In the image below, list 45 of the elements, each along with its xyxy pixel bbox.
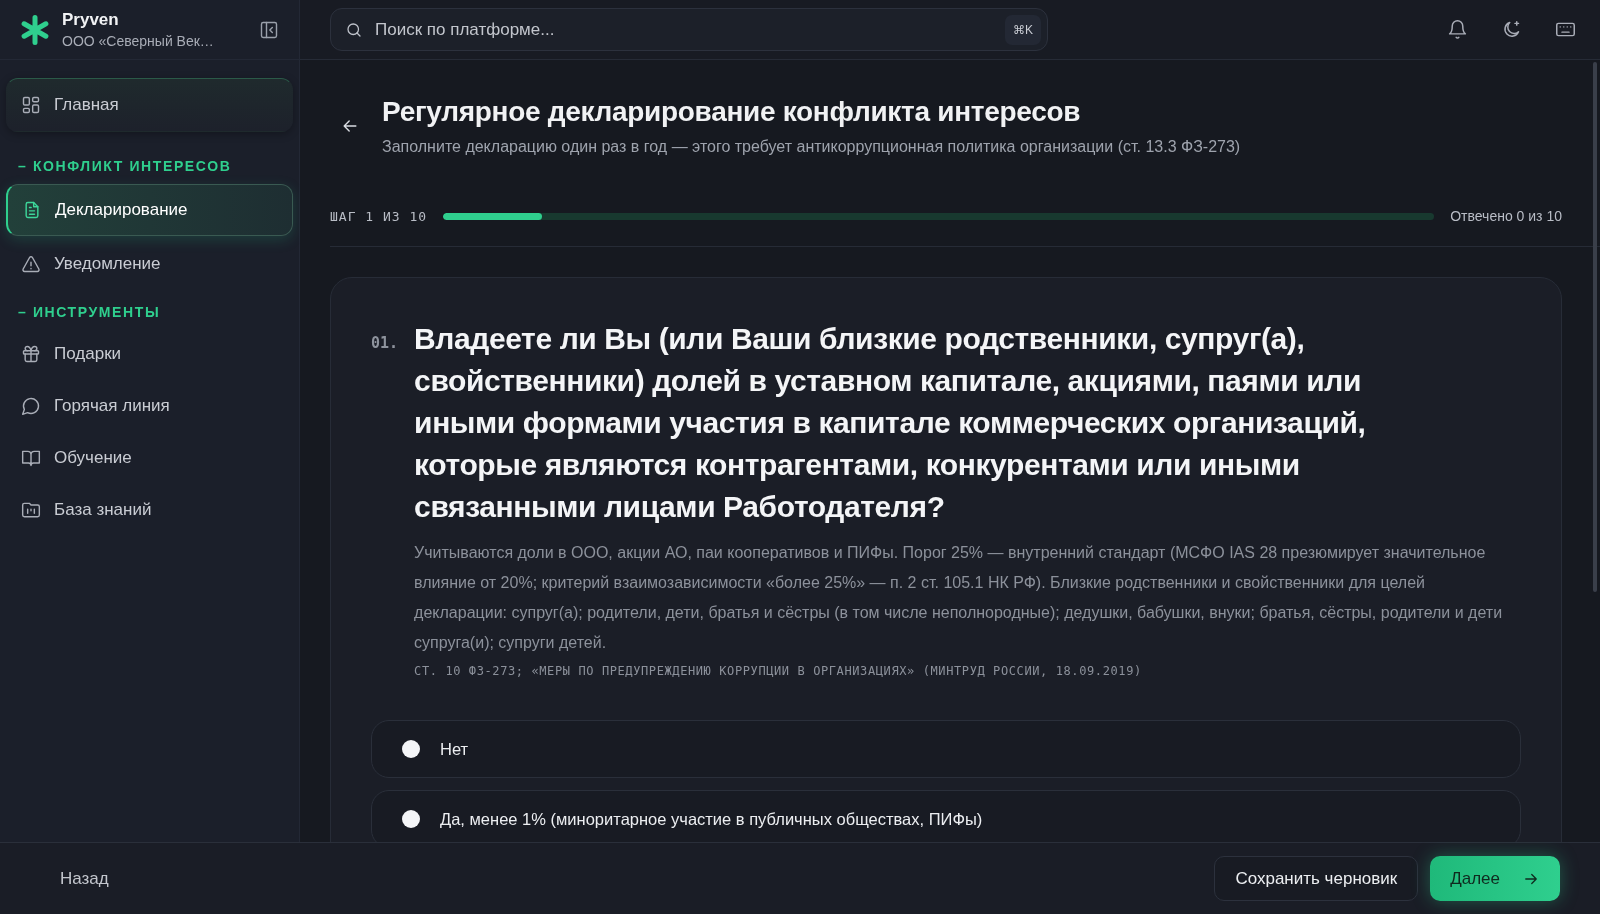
sidebar-item[interactable]: Декларирование xyxy=(6,184,293,236)
save-draft-button[interactable]: Сохранить черновик xyxy=(1214,856,1419,901)
next-button[interactable]: Далее xyxy=(1430,856,1560,901)
app-name: Pryven xyxy=(62,10,120,30)
sidebar-panel-icon xyxy=(259,19,279,40)
scrollbar[interactable] xyxy=(1593,62,1597,592)
shortcut-key: ⌘K xyxy=(1005,14,1041,45)
back-button[interactable]: Назад xyxy=(60,868,109,889)
folder-chart-icon xyxy=(21,500,41,520)
section-heading: – ИНСТРУМЕНТЫ xyxy=(17,303,162,322)
page-subtitle: Заполните декларацию один раз в год — этого требует антикоррупционная политика организации (ст. 13.3 ФЗ-273) xyxy=(382,138,1241,156)
radio-button[interactable] xyxy=(402,740,420,758)
search-input[interactable]: Поиск по платформе... xyxy=(373,18,995,41)
sidebar-item[interactable]: Горячая линия xyxy=(6,380,293,432)
page-title: Регулярное декларирование конфликта интересов xyxy=(382,96,1082,128)
book-icon xyxy=(21,448,41,468)
gift-icon xyxy=(21,344,41,364)
sidebar-item[interactable]: Подарки xyxy=(6,328,293,380)
collapse-sidebar-button[interactable] xyxy=(259,19,279,40)
search-bar[interactable]: Поиск по платформе... ⌘K xyxy=(330,8,1048,51)
question-hint: Учитываются доли в ООО, акции АО, паи кооперативов и ПИФы. Порог 25% — внутренний стандарт (МСФО IAS 28 презюмирует значительное влияние от 20%; критерий взаимозависимости «более 25%» — п. 2 ст. 105.1 НК РФ). Близкие родственники и свойственники для целей декларации: супруг(а); родители, дети, братья и сёстры (в том числе неполнородные); дедушки, бабушки, внуки; братья, сёстры, родители и дети супруга(и); супруги детей. xyxy=(414,543,1504,653)
sidebar-item[interactable]: Главная xyxy=(6,78,293,132)
question-number: 01. xyxy=(371,333,399,354)
notifications-button[interactable] xyxy=(1447,19,1468,40)
sidebar-item[interactable]: Уведомление xyxy=(6,238,293,290)
bell-icon xyxy=(1447,19,1468,40)
search-icon xyxy=(345,20,363,39)
answered-count: Отвечено 0 из 10 xyxy=(1450,208,1562,224)
sidebar-item[interactable]: База знаний xyxy=(6,484,293,536)
source-citation: СТ. 10 ФЗ-273; «МЕРЫ ПО ПРЕДУПРЕЖДЕНИЮ КОРРУПЦИИ В ОРГАНИЗАЦИЯХ» (МИНТРУД РОССИИ, 18.09.2019) xyxy=(414,664,1143,678)
answer-option[interactable]: Нет xyxy=(371,720,1521,778)
asterisk-logo-icon xyxy=(20,14,50,45)
theme-button[interactable] xyxy=(1501,19,1522,40)
section-heading: – КОНФЛИКТ ИНТЕРЕСОВ xyxy=(17,157,233,176)
document-icon xyxy=(22,200,42,220)
moon-icon xyxy=(1501,19,1522,40)
organization-name: ООО «Северный Век… xyxy=(62,33,215,49)
step-counter: ШАГ 1 ИЗ 10 xyxy=(330,208,428,224)
chat-bubble-icon xyxy=(21,396,41,416)
answer-option[interactable]: Да, менее 1% (миноритарное участие в публичных обществах, ПИФы) xyxy=(371,790,1521,842)
question-text: Владеете ли Вы (или Ваши близкие родственники, супруг(а), свойственники) долей в уставном капитале, акциями, паями или иными формами участия в капитале коммерческих организаций, которые являются контрагентами, конкурентами или иными связанными лицами Работодателя? xyxy=(414,321,1367,525)
radio-button[interactable] xyxy=(402,810,420,828)
sidebar-item[interactable]: Обучение xyxy=(6,432,293,484)
grid-icon xyxy=(21,95,41,115)
warning-icon xyxy=(21,254,41,274)
